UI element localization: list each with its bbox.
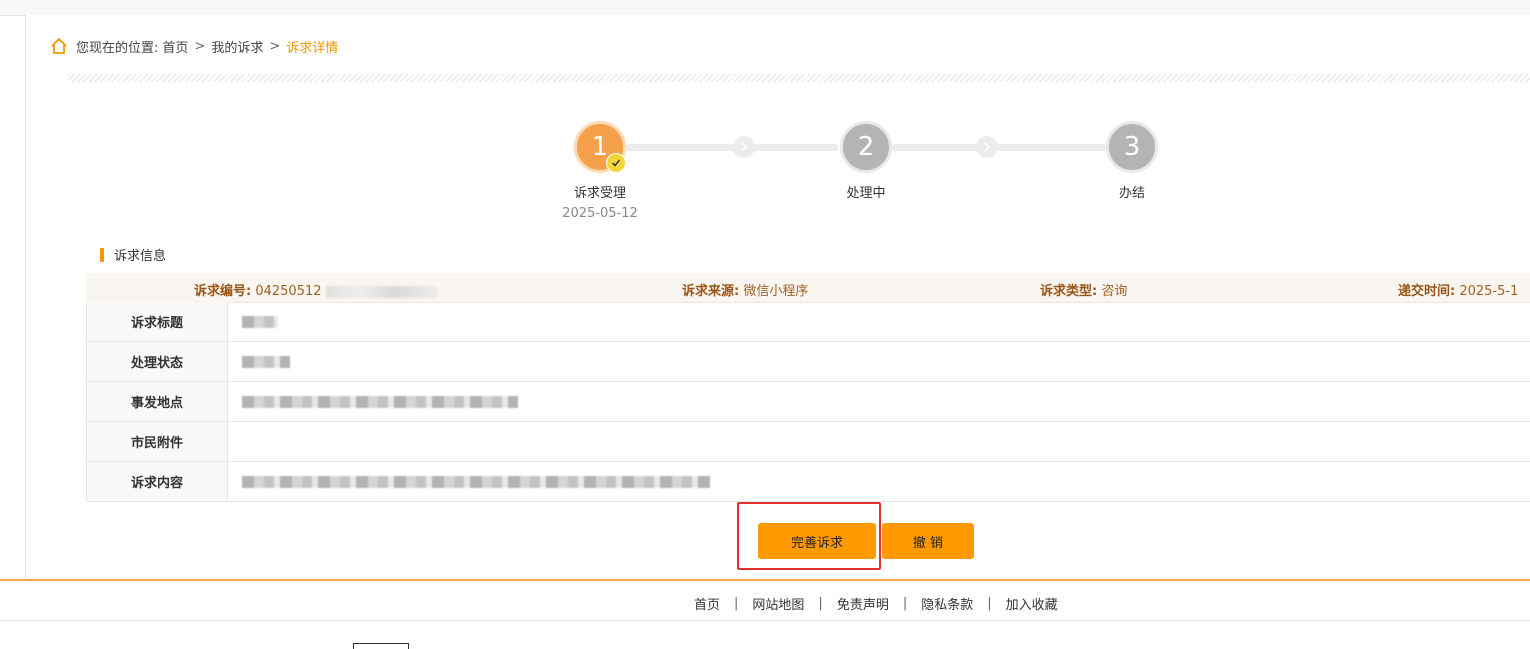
status-value [228, 342, 1530, 382]
title-value [228, 302, 1530, 342]
breadcrumb: 您现在的位置: 首页 > 我的诉求 > 诉求详情 [50, 36, 338, 56]
step-1-number: 1 [592, 132, 609, 162]
breadcrumb-current: 诉求详情 [286, 37, 338, 56]
step-1-label: 诉求受理 [574, 182, 626, 201]
request-detail-table: 诉求标题 处理状态 事发地点 市民附件 诉求内容 [86, 302, 1530, 502]
step-1-date: 2025-05-12 [562, 206, 638, 221]
request-time-value: 2025-5-1 [1459, 284, 1518, 299]
request-time: 递交时间: 2025-5-1 [1398, 280, 1518, 299]
step-connector [626, 144, 838, 151]
cancel-request-button[interactable]: 撤 销 [882, 523, 974, 559]
redacted-block [326, 286, 438, 298]
check-icon [606, 153, 626, 173]
bottom-badge-frame [353, 643, 409, 649]
breadcrumb-separator: > [194, 39, 205, 54]
request-type-label: 诉求类型: [1040, 284, 1097, 299]
footer-link-privacy[interactable]: 隐私条款 [907, 594, 987, 613]
request-type-value: 咨询 [1101, 284, 1127, 299]
section-title-text: 诉求信息 [114, 245, 166, 264]
table-row: 事发地点 [87, 382, 1530, 422]
section-title: 诉求信息 [100, 245, 166, 264]
chevron-right-icon [733, 136, 755, 158]
redacted-block [242, 356, 290, 368]
step-3-number: 3 [1124, 132, 1141, 162]
request-meta-row: 诉求编号: 04250512 诉求来源: 微信小程序 诉求类型: 咨询 递交时间… [86, 273, 1530, 303]
breadcrumb-prefix: 您现在的位置: [76, 37, 158, 56]
section-marker [100, 248, 104, 262]
title-label: 诉求标题 [87, 302, 228, 342]
request-number: 诉求编号: 04250512 [194, 280, 438, 299]
table-row: 处理状态 [87, 342, 1530, 382]
breadcrumb-my-requests-link[interactable]: 我的诉求 [211, 37, 263, 56]
status-label: 处理状态 [87, 342, 228, 382]
attachment-label: 市民附件 [87, 422, 228, 462]
step-2-number: 2 [858, 132, 875, 162]
highlight-box [737, 502, 881, 570]
footer-link-home[interactable]: 首页 [680, 594, 734, 613]
redacted-block [242, 316, 278, 328]
request-source-label: 诉求来源: [682, 284, 739, 299]
home-icon [50, 37, 68, 55]
footer-link-bookmark[interactable]: 加入收藏 [992, 594, 1072, 613]
footer-divider [0, 579, 1530, 581]
table-row: 诉求内容 [87, 462, 1530, 502]
step-1-circle: 1 [574, 121, 626, 173]
table-row: 诉求标题 [87, 302, 1530, 342]
footer-link-disclaimer[interactable]: 免责声明 [823, 594, 903, 613]
request-source-value: 微信小程序 [743, 284, 808, 299]
redacted-block [242, 396, 518, 408]
step-2-circle: 2 [840, 121, 892, 173]
chevron-right-icon [976, 136, 998, 158]
footer-links: 首页 | 网站地图 | 免责声明 | 隐私条款 | 加入收藏 [680, 594, 1072, 613]
content-value [228, 462, 1530, 502]
request-time-label: 递交时间: [1398, 284, 1455, 299]
redacted-block [242, 476, 710, 488]
step-connector [892, 144, 1106, 151]
content-label: 诉求内容 [87, 462, 228, 502]
request-source: 诉求来源: 微信小程序 [682, 280, 808, 299]
step-2-label: 处理中 [846, 182, 885, 201]
attachment-value [228, 422, 1530, 462]
top-strip [0, 0, 1530, 16]
breadcrumb-home-link[interactable]: 首页 [162, 37, 188, 56]
footer: 首页 | 网站地图 | 免责声明 | 隐私条款 | 加入收藏 [0, 582, 1530, 621]
step-3-circle: 3 [1106, 121, 1158, 173]
location-label: 事发地点 [87, 382, 228, 422]
hatched-divider [68, 74, 1530, 82]
location-value [228, 382, 1530, 422]
step-3-label: 办结 [1119, 182, 1145, 201]
table-row: 市民附件 [87, 422, 1530, 462]
request-number-label: 诉求编号: [194, 284, 251, 299]
footer-link-sitemap[interactable]: 网站地图 [738, 594, 818, 613]
request-type: 诉求类型: 咨询 [1040, 280, 1127, 299]
request-number-value: 04250512 [255, 284, 321, 299]
breadcrumb-separator: > [269, 39, 280, 54]
